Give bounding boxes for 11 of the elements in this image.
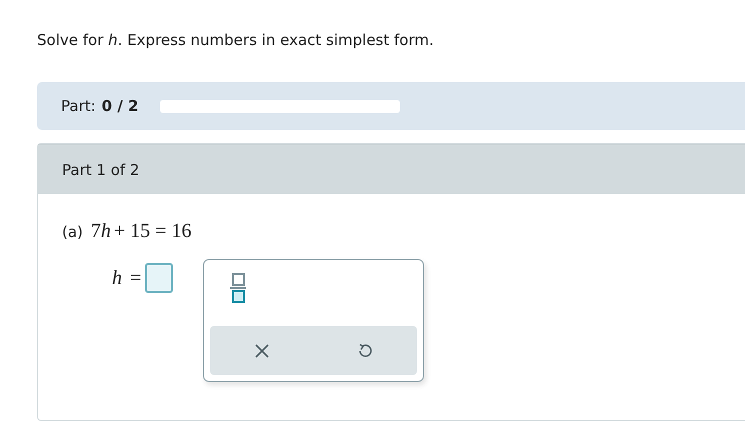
- progress-value: 0 / 2: [102, 97, 138, 115]
- answer-label: h =: [112, 266, 142, 290]
- progress-label: Part:: [61, 97, 96, 115]
- part-title: Part 1 of 2: [62, 160, 140, 178]
- undo-icon: [357, 342, 374, 360]
- question-label: (a): [62, 223, 83, 241]
- fraction-button[interactable]: [230, 272, 246, 304]
- close-icon: [254, 344, 269, 358]
- instruction-text: Solve for h. Express numbers in exact simplest form.: [37, 30, 435, 51]
- equation-text: 7h+ 15 = 16: [90, 220, 192, 243]
- answer-field[interactable]: [145, 263, 174, 293]
